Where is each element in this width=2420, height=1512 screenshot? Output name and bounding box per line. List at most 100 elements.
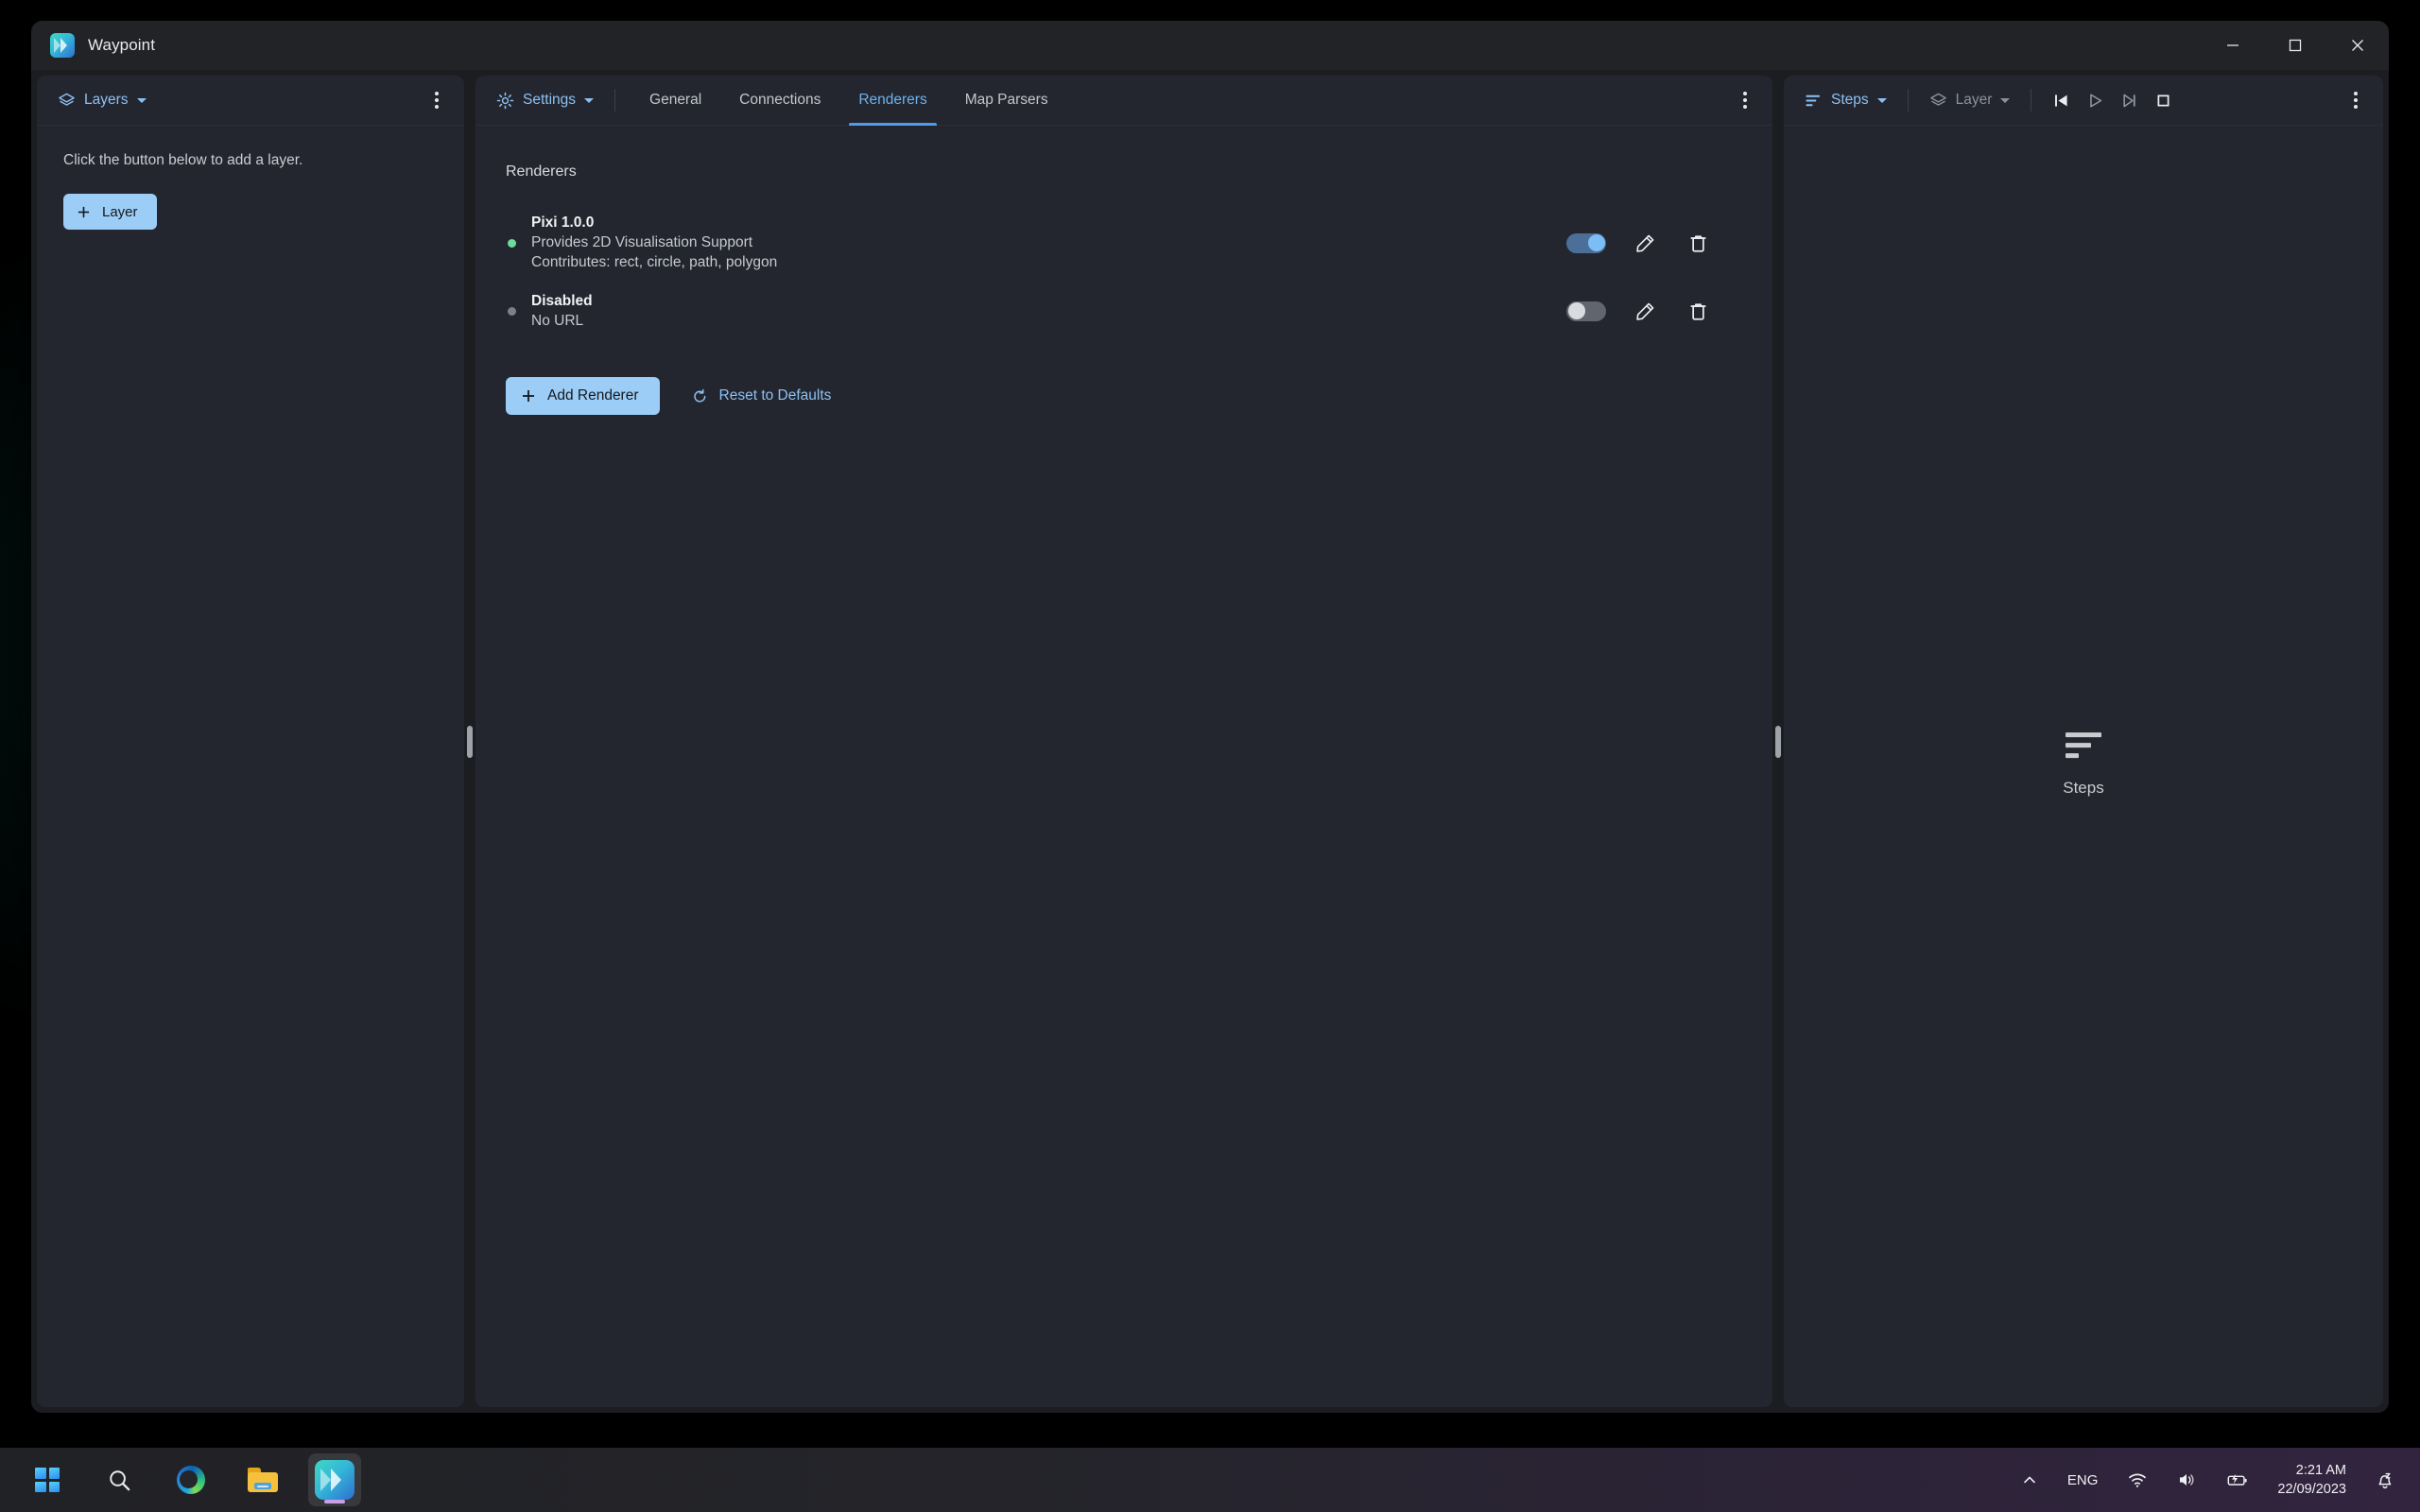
renderer-enable-toggle[interactable] <box>1566 301 1606 321</box>
taskbar: ENG 2:21 AM 22/09/2023 <box>0 1448 2420 1512</box>
tab-general[interactable]: General <box>631 76 720 125</box>
renderer-delete-button[interactable] <box>1684 229 1712 257</box>
renderers-heading: Renderers <box>506 163 577 180</box>
renderer-actions <box>1566 297 1772 325</box>
settings-tabs: General Connections Renderers Map Parser… <box>631 76 1067 126</box>
renderers-section: Renderers Pixi 1.0.0 Provides 2D Visuali… <box>475 126 1772 415</box>
settings-panel: Settings General Connections Renderers M… <box>475 76 1772 1407</box>
tab-renderers[interactable]: Renderers <box>839 76 945 126</box>
skip-back-icon <box>2054 94 2067 107</box>
tab-connections[interactable]: Connections <box>720 76 839 125</box>
title-bar[interactable]: Waypoint <box>31 21 2389 70</box>
status-badge <box>508 238 516 248</box>
settings-label: Settings <box>523 92 577 108</box>
renderer-edit-button[interactable] <box>1631 297 1659 325</box>
layers-dropdown[interactable]: Layers <box>52 88 152 113</box>
waypoint-taskbar-button[interactable] <box>308 1453 361 1506</box>
settings-panel-content: Renderers Pixi 1.0.0 Provides 2D Visuali… <box>475 126 1772 1407</box>
reset-to-defaults-label: Reset to Defaults <box>718 387 832 404</box>
skip-forward-icon <box>2123 94 2135 107</box>
chevron-down-icon <box>2000 97 2011 103</box>
add-renderer-label: Add Renderer <box>547 387 639 404</box>
splitter-grip <box>467 725 473 758</box>
edge-icon <box>177 1466 205 1494</box>
renderer-delete-button[interactable] <box>1684 297 1712 325</box>
header-divider <box>1907 89 1909 112</box>
renderer-action-bar: Add Renderer Reset to Defaults <box>506 377 1772 415</box>
add-layer-label: Layer <box>102 203 138 220</box>
steps-more-options-icon[interactable] <box>2342 86 2370 114</box>
layers-empty-message: Click the button below to add a layer. <box>63 152 303 168</box>
edge-button[interactable] <box>164 1453 217 1506</box>
reset-to-defaults-button[interactable]: Reset to Defaults <box>684 382 839 410</box>
toggle-knob <box>1587 234 1605 251</box>
pencil-icon <box>1635 234 1653 252</box>
plus-icon <box>523 390 534 402</box>
windows-logo-icon <box>35 1468 60 1492</box>
layers-panel: Layers Click the button below to add a l… <box>37 76 464 1407</box>
renderer-name: Disabled <box>531 292 593 309</box>
trash-icon <box>1689 302 1706 320</box>
skip-back-button[interactable] <box>2047 86 2075 114</box>
app-window: Waypoint Layers Click the button below t… <box>31 21 2389 1413</box>
app-body: Layers Click the button below to add a l… <box>31 70 2389 1413</box>
add-renderer-button[interactable]: Add Renderer <box>506 377 660 415</box>
settings-more-options-icon[interactable] <box>1731 86 1759 114</box>
start-button[interactable] <box>21 1453 74 1506</box>
layers-panel-header: Layers <box>37 76 464 126</box>
transport-controls <box>2047 86 2177 114</box>
chevron-down-icon <box>136 97 147 103</box>
file-explorer-button[interactable] <box>236 1453 289 1506</box>
steps-empty-state: Steps <box>1784 732 2383 798</box>
stop-button[interactable] <box>2149 86 2177 114</box>
minimize-button[interactable] <box>2202 21 2264 70</box>
play-icon <box>2090 93 2102 108</box>
steps-label: Steps <box>1831 92 1869 108</box>
header-divider <box>614 89 616 112</box>
splitter-left[interactable] <box>464 70 475 1413</box>
steps-panel-header: Steps Layer <box>1784 76 2383 126</box>
skip-forward-button[interactable] <box>2115 86 2143 114</box>
layers-more-options-icon[interactable] <box>423 86 451 114</box>
search-icon <box>109 1469 130 1490</box>
layer-dropdown-label: Layer <box>1955 92 1993 108</box>
pencil-icon <box>1635 302 1653 320</box>
title-bar-left: Waypoint <box>31 33 155 58</box>
plus-icon <box>78 206 90 217</box>
taskbar-apps <box>0 1453 2420 1506</box>
renderer-actions <box>1566 229 1772 257</box>
renderer-info: Pixi 1.0.0 Provides 2D Visualisation Sup… <box>531 215 777 271</box>
steps-panel: Steps Layer Steps <box>1784 76 2383 1407</box>
renderer-edit-button[interactable] <box>1631 229 1659 257</box>
maximize-button[interactable] <box>2264 21 2326 70</box>
splitter-right[interactable] <box>1772 70 1784 1413</box>
renderer-name: Pixi 1.0.0 <box>531 215 595 231</box>
waypoint-logo-icon <box>50 33 75 58</box>
window-controls <box>2202 21 2389 70</box>
table-row[interactable]: Pixi 1.0.0 Provides 2D Visualisation Sup… <box>508 209 1772 277</box>
renderer-contributes: Contributes: rect, circle, path, polygon <box>531 254 778 270</box>
play-button[interactable] <box>2081 86 2109 114</box>
renderer-enable-toggle[interactable] <box>1566 232 1606 253</box>
settings-panel-header: Settings General Connections Renderers M… <box>475 76 1772 126</box>
reset-icon <box>693 388 705 402</box>
settings-dropdown[interactable]: Settings <box>491 88 599 113</box>
layers-panel-content: Click the button below to add a layer. L… <box>37 126 464 1407</box>
close-button[interactable] <box>2326 21 2389 70</box>
layers-icon <box>59 93 75 106</box>
steps-dropdown[interactable]: Steps <box>1799 88 1893 113</box>
steps-empty-label: Steps <box>2063 779 2104 798</box>
desktop-background: Waypoint Layers Click the button below t… <box>0 0 2420 1512</box>
renderer-description: Provides 2D Visualisation Support <box>531 234 753 250</box>
toggle-knob <box>1567 302 1585 319</box>
table-row[interactable]: Disabled No URL <box>508 277 1772 345</box>
trash-icon <box>1689 234 1706 252</box>
folder-icon <box>248 1468 278 1492</box>
search-button[interactable] <box>93 1453 146 1506</box>
chevron-down-icon <box>584 97 595 103</box>
add-layer-button[interactable]: Layer <box>63 194 157 230</box>
splitter-grip <box>1775 725 1781 758</box>
renderer-info: Disabled No URL <box>531 293 593 330</box>
tab-map-parsers[interactable]: Map Parsers <box>946 76 1067 125</box>
layer-dropdown[interactable]: Layer <box>1924 88 2016 113</box>
